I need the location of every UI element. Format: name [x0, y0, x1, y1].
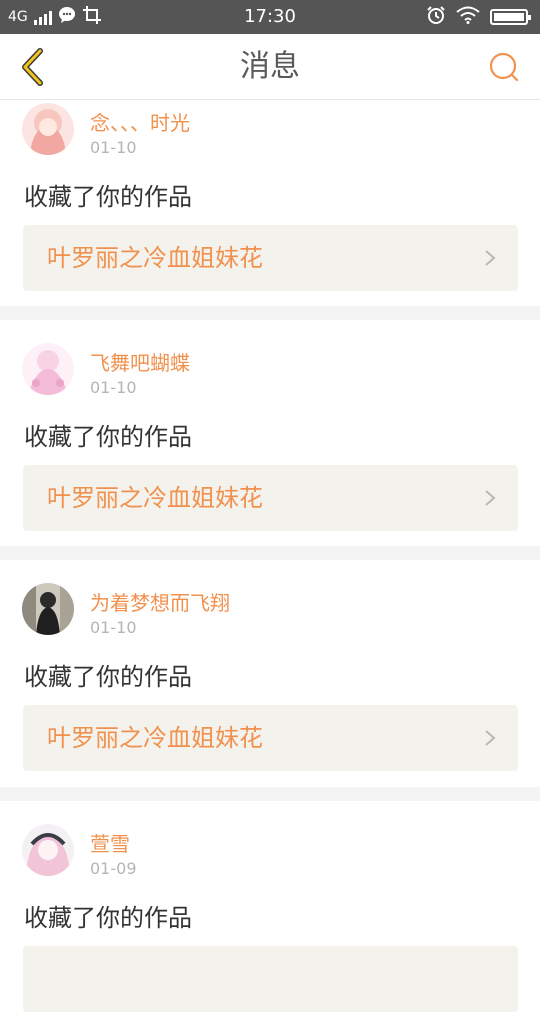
work-link-card[interactable]: 叶罗丽之冷血姐妹花: [23, 465, 518, 531]
message-date: 01-10: [90, 378, 137, 397]
message-item: 萱雪 01-09 收藏了你的作品: [0, 801, 540, 1012]
work-title: 叶罗丽之冷血姐妹花: [47, 484, 263, 512]
page-title: 消息: [240, 49, 300, 84]
work-link-card[interactable]: 叶罗丽之冷血姐妹花: [23, 225, 518, 291]
message-item: 念、、、时光 01-10 收藏了你的作品 叶罗丽之冷血姐妹花: [0, 101, 540, 306]
chevron-right-icon: [485, 730, 496, 746]
username[interactable]: 念、、、时光: [90, 107, 190, 136]
message-date: 01-09: [90, 859, 137, 878]
status-bar: 4G 17:30: [0, 0, 540, 34]
message-list: 念、、、时光 01-10 收藏了你的作品 叶罗丽之冷血姐妹花 飞舞吧蝴蝶 01-…: [0, 101, 540, 1012]
alarm-icon: [426, 5, 446, 29]
top-nav-bar: 消息: [0, 34, 540, 100]
work-title: 叶罗丽之冷血姐妹花: [47, 244, 263, 272]
chevron-right-icon: [485, 250, 496, 266]
wifi-icon: [456, 6, 480, 28]
username[interactable]: 萱雪: [90, 828, 130, 857]
separator: [0, 306, 540, 320]
message-action-text: 收藏了你的作品: [24, 423, 192, 451]
chevron-right-icon: [485, 490, 496, 506]
message-action-text: 收藏了你的作品: [24, 904, 192, 932]
avatar[interactable]: [22, 583, 74, 635]
message-action-text: 收藏了你的作品: [24, 183, 192, 211]
username[interactable]: 为着梦想而飞翔: [90, 587, 230, 616]
message-item: 飞舞吧蝴蝶 01-10 收藏了你的作品 叶罗丽之冷血姐妹花: [0, 320, 540, 546]
message-date: 01-10: [90, 618, 137, 637]
avatar[interactable]: [22, 824, 74, 876]
message-action-text: 收藏了你的作品: [24, 663, 192, 691]
separator: [0, 546, 540, 560]
message-date: 01-10: [90, 138, 137, 157]
search-button[interactable]: [482, 45, 526, 89]
work-link-card[interactable]: [23, 946, 518, 1012]
search-icon: [489, 52, 519, 82]
username[interactable]: 飞舞吧蝴蝶: [90, 347, 190, 376]
message-item: 为着梦想而飞翔 01-10 收藏了你的作品 叶罗丽之冷血姐妹花: [0, 560, 540, 787]
avatar[interactable]: [22, 343, 74, 395]
battery-icon: [490, 9, 531, 25]
separator: [0, 787, 540, 801]
work-link-card[interactable]: 叶罗丽之冷血姐妹花: [23, 705, 518, 771]
work-title: 叶罗丽之冷血姐妹花: [47, 724, 263, 752]
status-right: [426, 0, 531, 34]
avatar[interactable]: [22, 103, 74, 155]
